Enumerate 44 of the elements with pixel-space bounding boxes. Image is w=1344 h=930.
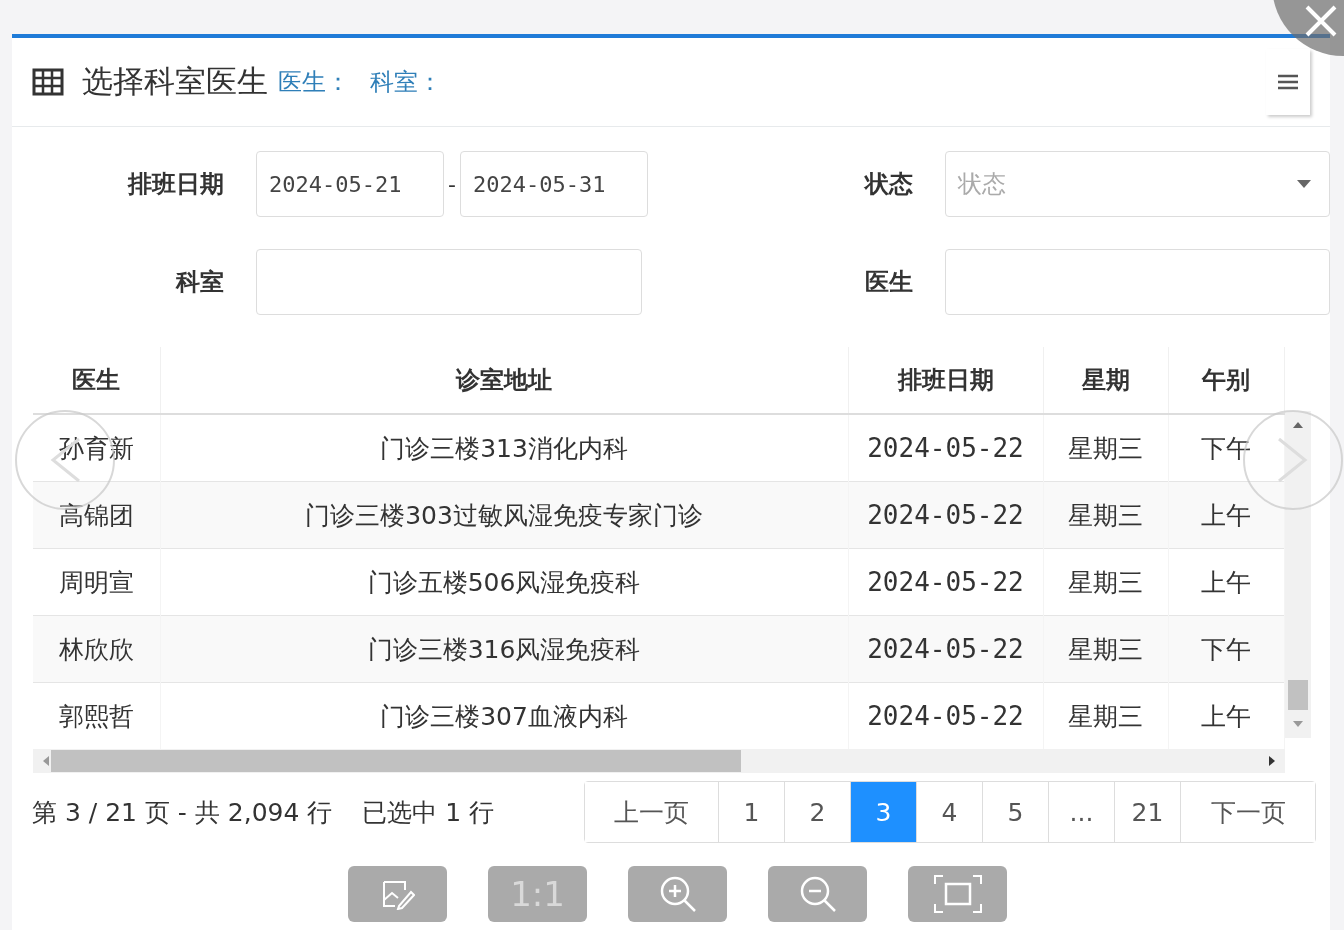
table-cell: 林欣欣 <box>33 615 160 683</box>
table-cell: 门诊三楼316风湿免疫科 <box>160 615 848 683</box>
department-label: 科室 <box>174 267 224 298</box>
table-cell: 高锦团 <box>33 481 160 549</box>
department-label: 科室： <box>370 67 442 98</box>
column-header[interactable]: 星期 <box>1043 347 1168 414</box>
zoom-in-button[interactable] <box>628 866 727 922</box>
selection-info: 已选中 1 行 <box>362 796 495 829</box>
department-field[interactable] <box>256 249 642 315</box>
scroll-right-icon[interactable] <box>1267 754 1277 768</box>
image-edit-button[interactable] <box>348 866 447 922</box>
table-cell: 下午 <box>1168 615 1285 683</box>
date-separator: - <box>448 171 456 197</box>
column-header[interactable]: 排班日期 <box>848 347 1043 414</box>
doctor-field[interactable] <box>945 249 1330 315</box>
column-header[interactable]: 诊室地址 <box>160 347 848 414</box>
table-cell: 2024-05-22 <box>848 615 1043 683</box>
date-to-field[interactable]: 2024-05-31 <box>459 151 648 217</box>
page-summary: 第 3 / 21 页 - 共 2,094 行 <box>32 796 333 829</box>
column-header[interactable]: 午别 <box>1168 347 1285 414</box>
table-cell: 星期三 <box>1043 615 1168 683</box>
panel-title: 选择科室医生 <box>82 62 268 101</box>
fullscreen-button[interactable] <box>908 866 1007 922</box>
zoom-out-button[interactable] <box>768 866 867 922</box>
status-label: 状态 <box>863 169 913 200</box>
table-cell: 门诊三楼303过敏风湿免疫专家门诊 <box>160 481 848 549</box>
scrollbar-thumb[interactable] <box>51 750 741 772</box>
caret-icon[interactable] <box>1297 180 1311 188</box>
doctor-label: 医生 <box>864 267 913 298</box>
date-label: 排班日期 <box>126 169 224 200</box>
scrollbar-thumb[interactable] <box>1288 680 1308 710</box>
close-icon[interactable] <box>1304 4 1338 38</box>
date-from-field[interactable]: 2024-05-21 <box>256 151 444 217</box>
table-cell: 上午 <box>1168 481 1285 549</box>
fullscreen-icon[interactable] <box>932 874 983 914</box>
vertical-scrollbar[interactable] <box>1285 411 1311 738</box>
column-header[interactable]: 医生 <box>33 347 160 414</box>
previous-page-button[interactable]: 上一页 <box>585 782 719 842</box>
table-cell: 2024-05-22 <box>848 481 1043 549</box>
table-icon <box>32 68 64 96</box>
table-cell: 星期三 <box>1043 481 1168 549</box>
image-edit-icon[interactable] <box>380 878 415 910</box>
doctor-label: 医生： <box>278 67 350 98</box>
horizontal-scrollbar[interactable] <box>33 749 1285 773</box>
